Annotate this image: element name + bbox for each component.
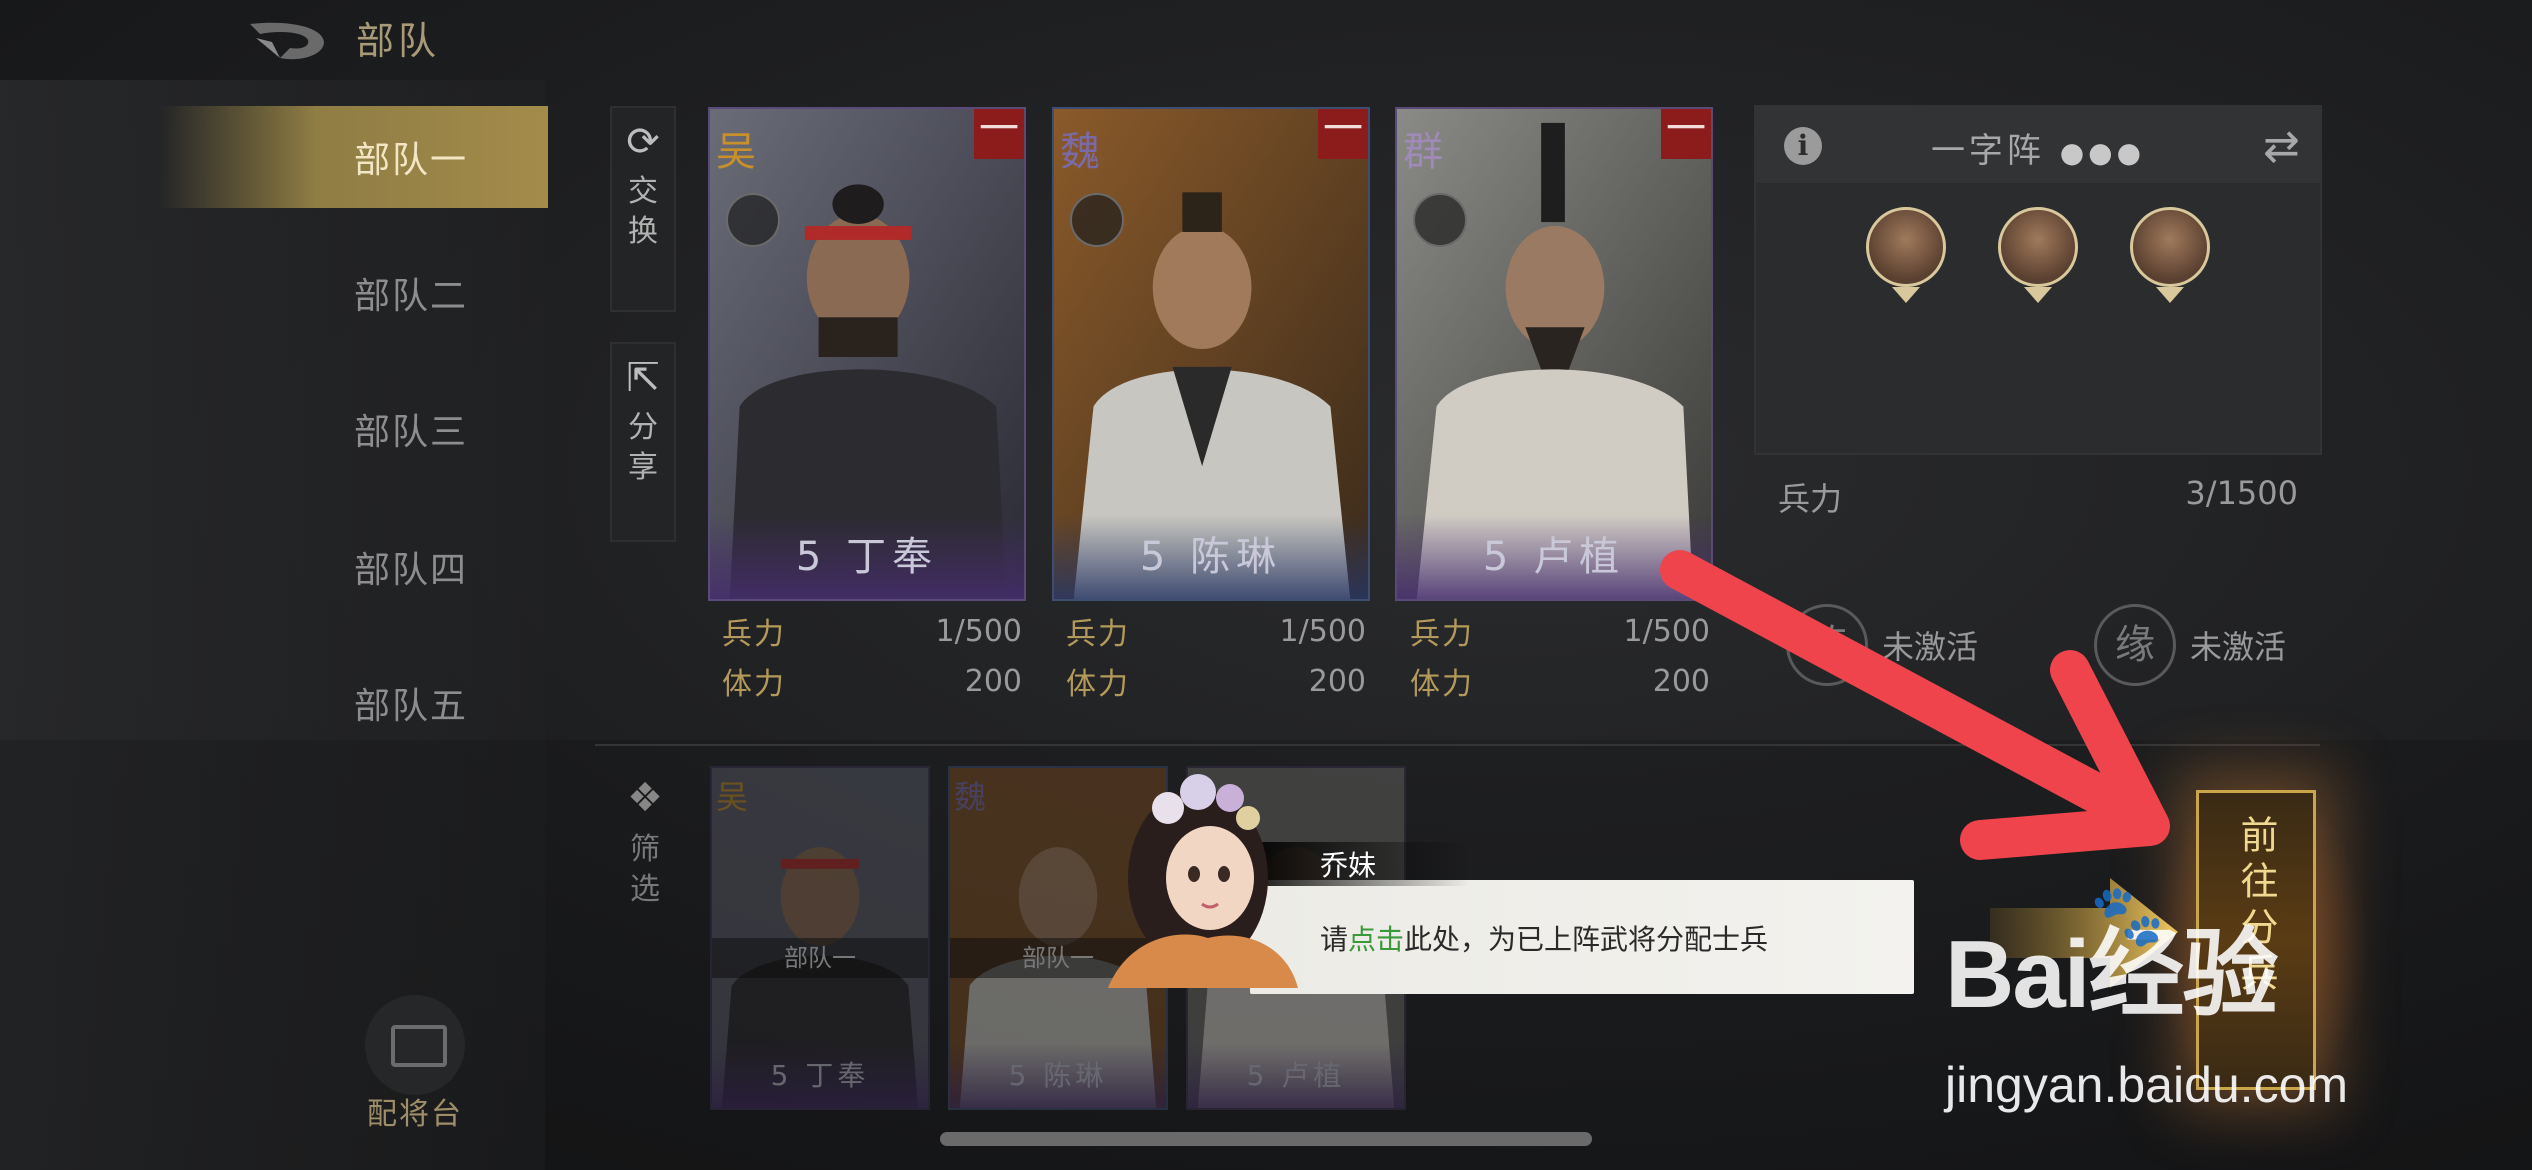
rank-badge: 一 bbox=[974, 109, 1024, 159]
home-indicator[interactable] bbox=[940, 1132, 1592, 1146]
formation-name-text: 一字阵 bbox=[1930, 131, 2045, 171]
sidebar-item-team-3[interactable]: 部队三 bbox=[160, 378, 548, 480]
total-troops-row: 兵力 3/1500 bbox=[1778, 474, 2298, 520]
rank-badge: 一 bbox=[1318, 109, 1368, 159]
avatar bbox=[2130, 207, 2210, 287]
formation-slot-2[interactable] bbox=[1998, 207, 2078, 307]
troops-label: 兵力 bbox=[722, 617, 786, 652]
stamina-value: 200 bbox=[1308, 663, 1366, 699]
shield-icon bbox=[1413, 193, 1467, 247]
watermark-url: jingyan.baidu.com bbox=[1945, 1057, 2349, 1113]
faction-mark: 群 bbox=[1403, 129, 1443, 175]
top-bar: 部队 bbox=[0, 0, 2532, 80]
formation-header: i 一字阵 ●●● ⇄ bbox=[1756, 107, 2320, 183]
stamina-label: 体力 bbox=[1066, 667, 1130, 702]
weapon-icon bbox=[726, 193, 780, 247]
tutorial-text-highlight: 点击 bbox=[1348, 923, 1405, 956]
hero-name: 5 丁奉 bbox=[710, 515, 1024, 599]
sidebar-item-team-4[interactable]: 部队四 bbox=[160, 516, 548, 618]
total-troops-label: 兵力 bbox=[1778, 480, 1843, 518]
exchange-button[interactable]: ⟳ 交换 bbox=[610, 106, 676, 312]
sidebar-item-label: 部队四 bbox=[353, 550, 468, 591]
sidebar-item-label: 部队五 bbox=[353, 686, 468, 727]
hero-card-3[interactable]: 群 一 5 卢植 bbox=[1395, 107, 1713, 601]
activation-status: 未激活 bbox=[2190, 628, 2287, 666]
exchange-label: 交换 bbox=[628, 174, 658, 249]
stamina-label: 体力 bbox=[1410, 667, 1474, 702]
hero-card-2[interactable]: 魏 一 5 陈琳 bbox=[1052, 107, 1370, 601]
tutorial-text-prefix: 请 bbox=[1320, 923, 1349, 956]
more-dots-icon: ●●● bbox=[2059, 136, 2146, 169]
back-icon[interactable] bbox=[246, 18, 330, 64]
rank-badge: 一 bbox=[1661, 109, 1711, 159]
total-troops-value: 3/1500 bbox=[2185, 474, 2298, 512]
red-arrow-annotation bbox=[1660, 550, 2170, 860]
share-label: 分享 bbox=[628, 410, 658, 485]
sidebar-item-label: 部队二 bbox=[353, 276, 468, 317]
formation-slot-3[interactable] bbox=[2130, 207, 2210, 307]
formation-name[interactable]: 一字阵 ●●● bbox=[1756, 123, 2320, 172]
tutorial-text: 请点击此处，为已上阵武将分配士兵 bbox=[1320, 918, 1768, 958]
sidebar-item-label: 部队一 bbox=[353, 140, 468, 181]
troops-value: 1/500 bbox=[935, 613, 1022, 649]
npc-avatar bbox=[1108, 774, 1298, 988]
sidebar-item-team-1[interactable]: 部队一 bbox=[160, 106, 548, 208]
paw-icon: 🐾 bbox=[2090, 881, 2165, 951]
stamina-label: 体力 bbox=[722, 667, 786, 702]
hero-name: 5 陈琳 bbox=[1054, 515, 1368, 599]
sidebar-item-team-2[interactable]: 部队二 bbox=[160, 242, 548, 344]
formation-slot-1[interactable] bbox=[1866, 207, 1946, 307]
share-icon: ⇱ bbox=[626, 355, 660, 401]
share-button[interactable]: ⇱ 分享 bbox=[610, 342, 676, 542]
stamina-value: 200 bbox=[964, 663, 1022, 699]
page-title: 部队 bbox=[356, 19, 441, 63]
bow-icon bbox=[1070, 193, 1124, 247]
avatar bbox=[1998, 207, 2078, 287]
hero-stats-1: 兵力 1/500 体力 200 bbox=[722, 606, 1022, 706]
hero-card-1[interactable]: 吴 一 5 丁奉 bbox=[708, 107, 1026, 601]
tutorial-text-suffix: 此处，为已上阵武将分配士兵 bbox=[1404, 923, 1769, 956]
formation-panel: i 一字阵 ●●● ⇄ bbox=[1754, 105, 2322, 455]
avatar bbox=[1866, 207, 1946, 287]
hero-stats-2: 兵力 1/500 体力 200 bbox=[1066, 606, 1366, 706]
sidebar-item-label: 部队三 bbox=[353, 412, 468, 453]
sidebar-item-team-5[interactable]: 部队五 bbox=[160, 652, 548, 754]
faction-mark: 魏 bbox=[1060, 129, 1100, 175]
troops-value: 1/500 bbox=[1279, 613, 1366, 649]
swap-icon[interactable]: ⇄ bbox=[2263, 121, 2300, 172]
refresh-icon: ⟳ bbox=[626, 119, 660, 165]
speaker-name: 乔妹 bbox=[1320, 849, 1377, 882]
troops-label: 兵力 bbox=[1410, 617, 1474, 652]
faction-mark: 吴 bbox=[716, 129, 756, 175]
troops-label: 兵力 bbox=[1066, 617, 1130, 652]
